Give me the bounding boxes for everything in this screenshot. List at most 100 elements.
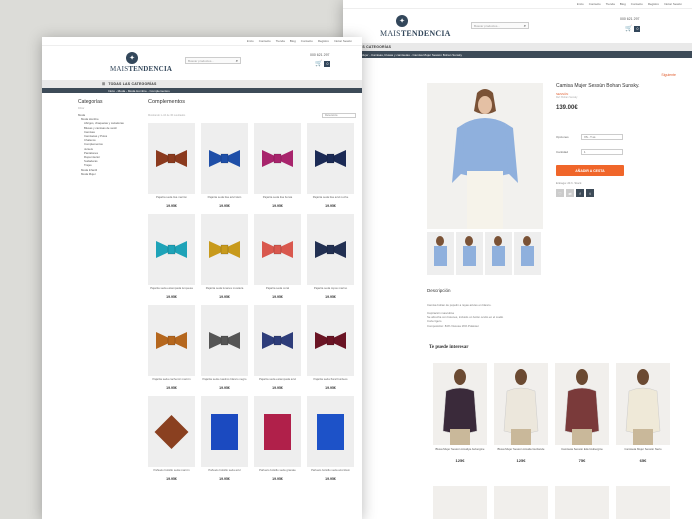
product-name[interactable]: Pajarita seda cuadros blanco negro (201, 378, 248, 385)
product-image[interactable] (307, 305, 354, 376)
breadcrumb[interactable]: Inicio - Moda Mujer - Camisas, blusas y … (343, 51, 692, 58)
top-nav-link[interactable]: Iniciar Sesión (334, 39, 352, 43)
product-name[interactable]: Pajarita seda estampada turquesa (148, 287, 195, 294)
cart-icon[interactable]: 🛒 (315, 60, 322, 67)
product-name[interactable]: Pañuelo bolsillo seda azul (201, 469, 248, 476)
category-menu[interactable]: TODAS LAS CATEGORÍAS (343, 43, 692, 51)
product-card[interactable]: Pajarita seda cuadros blanco negro 19.95€ (201, 305, 248, 390)
sidebar-item[interactable]: Moda Mujer (78, 172, 138, 176)
related-product-name[interactable]: Blusa Mujer Sessùn Amaltya Aubergine (433, 448, 487, 456)
product-name[interactable]: Pajarita seda estampada azul (254, 378, 301, 385)
product-name[interactable]: Pajarita seda lunares mostaza (201, 287, 248, 294)
top-nav-link[interactable]: Contacto (589, 2, 601, 6)
product-image[interactable] (201, 305, 248, 376)
product-image[interactable] (307, 396, 354, 467)
related-product-name[interactable]: Camiseta Sessùn Edel Aubergine (555, 448, 609, 456)
product-image[interactable] (254, 305, 301, 376)
product-name[interactable]: Pajarita seda lisa marrón (148, 196, 195, 203)
site-logo[interactable]: MAISTENDENCIA (110, 65, 172, 73)
facebook-icon[interactable]: f (576, 189, 584, 197)
search-icon[interactable]: ⌕ (236, 58, 238, 63)
product-image[interactable] (307, 123, 354, 194)
product-image[interactable] (201, 123, 248, 194)
cart[interactable]: 🛒 0 (315, 60, 331, 67)
product-image[interactable] (148, 305, 195, 376)
related-product-card[interactable]: Camiseta Mujer Sessùn Nerio 65€ (616, 363, 670, 463)
search-input[interactable]: Buscar productos... ⌕ (185, 57, 241, 64)
product-card[interactable]: Pañuelo bolsillo seda marrón 19.95€ (148, 396, 195, 481)
related-product-card[interactable]: Camiseta Sessùn Edel Aubergine 75€ (555, 363, 609, 463)
top-nav-link[interactable]: Contacto (259, 39, 271, 43)
product-image[interactable] (201, 396, 248, 467)
top-nav-link[interactable]: Registro (648, 2, 659, 6)
product-card[interactable]: Pajarita seda lisa azul noche 19.95€ (307, 123, 354, 208)
product-card[interactable]: Pajarita seda estampada azul 19.95€ (254, 305, 301, 390)
search-input[interactable]: Buscar productos... ⌕ (471, 22, 529, 29)
related-product-image[interactable] (494, 486, 548, 519)
logo-icon[interactable]: ✦ (126, 52, 138, 64)
product-name[interactable]: Pajarita seda lisa azul klein (201, 196, 248, 203)
top-nav-link[interactable]: Blog (620, 2, 626, 6)
related-product-image[interactable] (616, 363, 670, 445)
product-card[interactable]: Pañuelo bolsillo seda granate 19.95€ (254, 396, 301, 481)
thumbnail[interactable] (427, 232, 454, 275)
product-card[interactable]: Pajarita seda floral burdeos 19.95€ (307, 305, 354, 390)
product-image[interactable] (254, 214, 301, 285)
product-name[interactable]: Pajarita seda floral burdeos (307, 378, 354, 385)
product-name[interactable]: Pañuelo bolsillo seda azul klein (307, 469, 354, 476)
thumbnail[interactable] (456, 232, 483, 275)
thumbnail[interactable] (485, 232, 512, 275)
top-nav-link[interactable]: Inicio (247, 39, 254, 43)
top-nav-link[interactable]: Iniciar Sesión (664, 2, 682, 6)
product-name[interactable]: Pañuelo bolsillo seda marrón (148, 469, 195, 476)
search-icon[interactable]: ⌕ (524, 23, 526, 28)
product-name[interactable]: Pajarita seda lisa azul noche (307, 196, 354, 203)
next-product-link[interactable]: Siguiente (661, 73, 676, 77)
related-product-image[interactable] (433, 486, 487, 519)
top-nav-link[interactable]: Contacto (631, 2, 643, 6)
product-card[interactable]: Pañuelo bolsillo seda azul klein 19.95€ (307, 396, 354, 481)
related-product-card[interactable]: Blusa Mujer Sessùn Amalia Guirlande 125€ (494, 363, 548, 463)
top-nav-link[interactable]: Inicio (577, 2, 584, 6)
product-image[interactable] (307, 214, 354, 285)
product-card[interactable]: Pajarita seda lisa azul klein 19.95€ (201, 123, 248, 208)
product-name[interactable]: Pajarita seda topos marino (307, 287, 354, 294)
top-nav-link[interactable]: Tienda (606, 2, 615, 6)
wishlist-icon[interactable]: ♡ (556, 189, 564, 197)
product-image[interactable] (148, 214, 195, 285)
product-main-image[interactable] (427, 83, 543, 229)
top-nav-link[interactable]: Tienda (276, 39, 285, 43)
product-card[interactable]: Pajarita seda estampada turquesa 19.95€ (148, 214, 195, 299)
compare-icon[interactable]: ⇄ (566, 189, 574, 197)
category-menu[interactable]: ☰ TODAS LAS CATEGORÍAS (42, 80, 362, 88)
top-nav-link[interactable]: Blog (290, 39, 296, 43)
related-product-image[interactable] (555, 363, 609, 445)
product-image[interactable] (148, 123, 195, 194)
product-card[interactable]: Pajarita seda lisa fucsia 19.95€ (254, 123, 301, 208)
top-nav-link[interactable]: Registro (318, 39, 329, 43)
related-product-card[interactable]: Blusa Mujer Sessùn Amaltya Aubergine 125€ (433, 363, 487, 463)
cart-icon[interactable]: 🛒 (625, 25, 632, 32)
product-card[interactable]: Pajarita seda cachemir marrón 19.95€ (148, 305, 195, 390)
add-to-cart-button[interactable]: AÑADIR A CESTA (556, 165, 624, 176)
product-image[interactable] (254, 396, 301, 467)
product-card[interactable]: Pajarita seda lisa marrón 19.95€ (148, 123, 195, 208)
related-product-name[interactable]: Blusa Mujer Sessùn Amalia Guirlande (494, 448, 548, 456)
quantity-stepper[interactable]: 1 (581, 149, 623, 155)
product-name[interactable]: Pajarita seda lisa fucsia (254, 196, 301, 203)
sort-select[interactable]: Relevancia (322, 113, 356, 118)
breadcrumb[interactable]: Inicio - Moda - Moda Hombre - Complement… (42, 88, 362, 93)
top-nav-link[interactable]: Contacto (301, 39, 313, 43)
cart[interactable]: 🛒 0 (625, 25, 641, 32)
logo-icon[interactable]: ✦ (396, 15, 408, 27)
related-product-image[interactable] (616, 486, 670, 519)
related-product-image[interactable] (494, 363, 548, 445)
product-card[interactable]: Pajarita seda topos marino 19.95€ (307, 214, 354, 299)
product-image[interactable] (148, 396, 195, 467)
related-product-image[interactable] (555, 486, 609, 519)
product-name[interactable]: Pajarita seda coral (254, 287, 301, 294)
product-card[interactable]: Pañuelo bolsillo seda azul 19.95€ (201, 396, 248, 481)
site-logo[interactable]: MAISTENDENCIA (380, 29, 451, 38)
thumbnail[interactable] (514, 232, 541, 275)
product-name[interactable]: Pajarita seda cachemir marrón (148, 378, 195, 385)
